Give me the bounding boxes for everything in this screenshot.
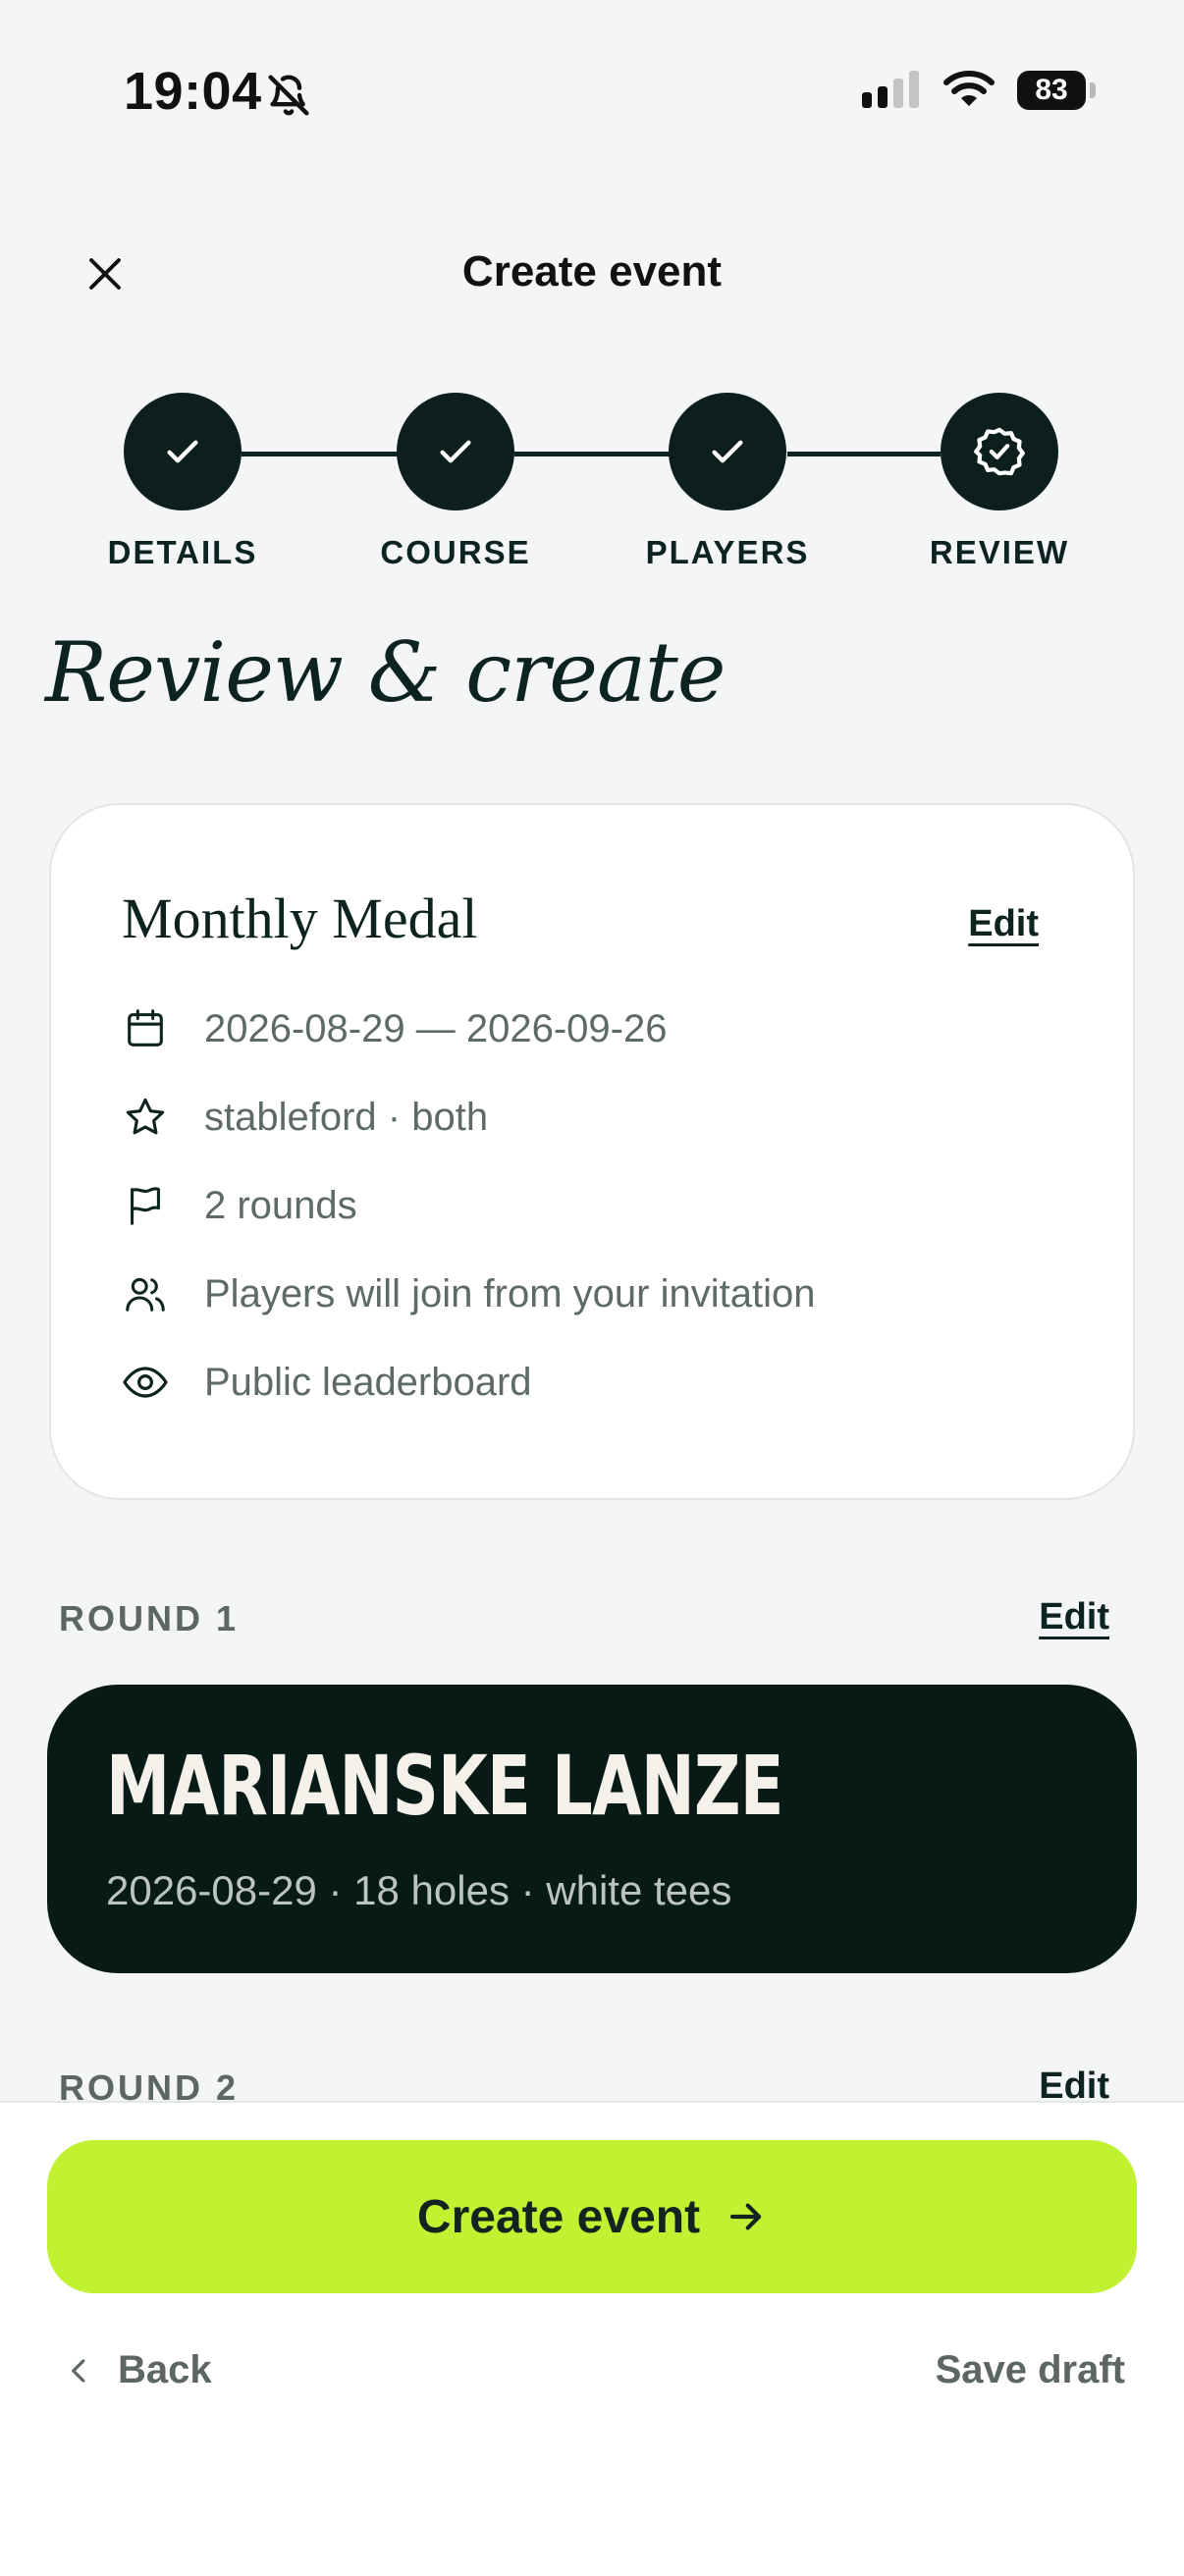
edit-round-1-link[interactable]: Edit <box>1039 1596 1109 1638</box>
status-time: 19:04 <box>124 62 262 121</box>
badge-check-icon <box>974 427 1025 476</box>
calendar-icon <box>128 1009 163 1046</box>
detail-row-format: stableford · both <box>122 1088 488 1147</box>
step-details[interactable]: DETAILS <box>84 393 281 571</box>
round-course-name: MARIANSKE LANZE <box>106 1738 783 1834</box>
arrow-right-icon <box>729 2203 762 2230</box>
step-label: PLAYERS <box>645 534 810 570</box>
step-review[interactable]: REVIEW <box>901 393 1098 571</box>
step-label: COURSE <box>380 534 531 570</box>
detail-row-visibility: Public leaderboard <box>122 1353 532 1412</box>
chevron-left-icon <box>72 2358 85 2383</box>
detail-text: 2026-08-29 — 2026-09-26 <box>204 1006 668 1050</box>
create-event-label: Create event <box>416 2190 701 2243</box>
wifi-icon <box>943 71 995 106</box>
round-meta: 2026-08-29 · 18 holes · white tees <box>106 1867 732 1913</box>
event-summary-card: Monthly Medal Edit 2026-08-29 — 2026-09-… <box>49 803 1135 1500</box>
status-bar: 19:04 83 <box>0 0 1184 196</box>
battery-level: 83 <box>1035 74 1068 106</box>
detail-row-rounds: 2 rounds <box>122 1176 357 1235</box>
detail-row-dates: 2026-08-29 — 2026-09-26 <box>122 999 667 1058</box>
detail-text: 2 rounds <box>204 1183 357 1227</box>
step-label: REVIEW <box>929 534 1070 570</box>
step-circle <box>397 393 514 510</box>
status-icons: 83 <box>860 71 1096 110</box>
create-event-button[interactable]: Create event <box>47 2140 1137 2293</box>
detail-text: Players will join from your invitation <box>204 1271 816 1315</box>
step-label: DETAILS <box>107 534 258 570</box>
bell-slash-icon <box>268 75 309 116</box>
eye-icon <box>123 1367 168 1398</box>
step-circle <box>669 393 786 510</box>
event-name: Monthly Medal <box>122 886 478 950</box>
page-title: Review & create <box>45 624 727 721</box>
check-icon <box>440 440 471 463</box>
detail-row-players: Players will join from your invitation <box>122 1264 815 1323</box>
step-circle <box>941 393 1058 510</box>
round-1-label: ROUND 1 <box>59 1598 240 1638</box>
progress-stepper: DETAILS COURSE PLAYERS REVIEW <box>0 393 1184 589</box>
cellular-signal-icon <box>862 71 919 108</box>
step-course[interactable]: COURSE <box>357 393 554 571</box>
step-circle <box>124 393 242 510</box>
detail-text: stableford · both <box>204 1095 489 1139</box>
star-icon <box>126 1098 165 1135</box>
back-button[interactable]: Back <box>65 2348 212 2392</box>
save-draft-button[interactable]: Save draft <box>936 2348 1125 2392</box>
back-label: Back <box>118 2348 212 2391</box>
step-players[interactable]: PLAYERS <box>629 393 826 571</box>
check-icon <box>167 440 198 463</box>
flag-icon <box>131 1187 160 1225</box>
edit-details-link[interactable]: Edit <box>968 903 1039 945</box>
battery-icon: 83 <box>1017 71 1096 110</box>
users-icon <box>126 1277 165 1312</box>
round-1-card[interactable]: MARIANSKE LANZE 2026-08-29 · 18 holes · … <box>47 1685 1137 1973</box>
check-icon <box>712 440 743 463</box>
detail-text: Public leaderboard <box>204 1360 532 1404</box>
bottom-action-bar: Create event Back Save draft <box>0 2101 1184 2576</box>
header-title: Create event <box>461 247 723 295</box>
